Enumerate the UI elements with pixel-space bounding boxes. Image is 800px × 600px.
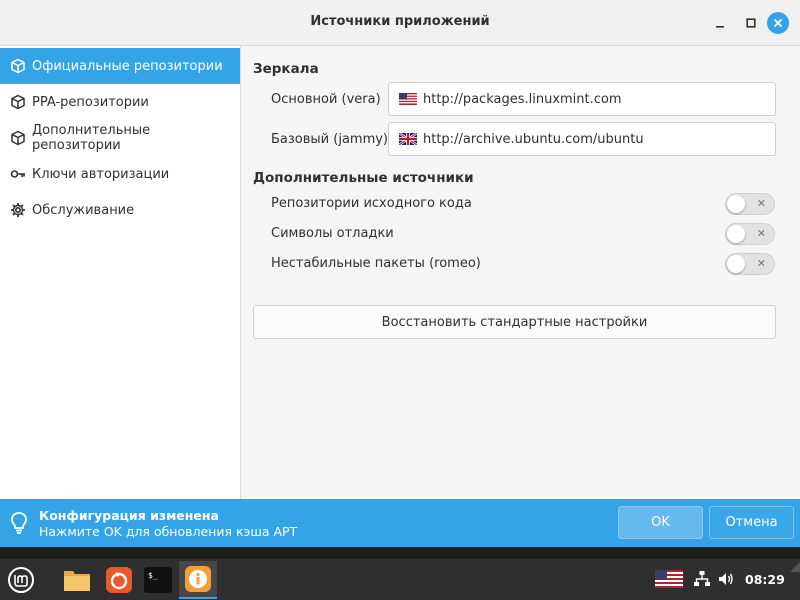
info-subtitle: Нажмите OK для обновления кэша APT bbox=[39, 524, 298, 539]
files-icon bbox=[64, 571, 90, 591]
uk-flag-icon bbox=[399, 133, 417, 145]
firefox-launcher[interactable] bbox=[100, 561, 138, 599]
software-sources-task[interactable] bbox=[179, 561, 217, 599]
sidebar-item-official-repositories[interactable]: Официальные репозитории bbox=[0, 48, 240, 84]
main-panel: Зеркала Основной (vera) http://packages.… bbox=[241, 46, 800, 499]
show-desktop-corner-icon[interactable] bbox=[790, 562, 800, 572]
toggle-off-icon: ✕ bbox=[756, 227, 766, 240]
toggle-knob bbox=[727, 195, 745, 213]
clock[interactable]: 08:29 bbox=[745, 572, 785, 587]
main-mirror-button[interactable]: http://packages.linuxmint.com bbox=[388, 82, 776, 116]
gear-icon bbox=[10, 202, 26, 218]
sidebar-item-ppa[interactable]: PPA-репозитории bbox=[0, 84, 240, 120]
sidebar-item-label: Официальные репозитории bbox=[32, 58, 223, 74]
toggle-knob bbox=[727, 255, 745, 273]
minimize-button[interactable] bbox=[709, 12, 731, 34]
sidebar: Официальные репозитории PPA-репозитории … bbox=[0, 46, 241, 499]
mirrors-heading: Зеркала bbox=[253, 61, 319, 77]
base-mirror-button[interactable]: http://archive.ubuntu.com/ubuntu bbox=[388, 122, 776, 156]
source-code-toggle[interactable]: ✕ bbox=[725, 193, 775, 215]
software-sources-window: Источники приложений Официальные репозит… bbox=[0, 0, 800, 547]
package-icon bbox=[10, 130, 26, 146]
terminal-icon: $_ bbox=[144, 567, 172, 593]
sidebar-item-label: Ключи авторизации bbox=[32, 166, 170, 182]
maximize-icon bbox=[746, 18, 756, 28]
sidebar-item-additional-repositories[interactable]: Дополнительные репозитории bbox=[0, 120, 240, 156]
us-flag-icon bbox=[399, 93, 417, 105]
extra-sources-heading: Дополнительные источники bbox=[253, 170, 474, 186]
maximize-button[interactable] bbox=[740, 12, 762, 34]
network-icon[interactable] bbox=[693, 570, 711, 588]
sidebar-item-label: PPA-репозитории bbox=[32, 94, 149, 110]
title-bar: Источники приложений bbox=[0, 0, 800, 46]
firefox-icon bbox=[106, 567, 132, 593]
desktop-strip bbox=[0, 547, 800, 559]
unstable-packages-toggle[interactable]: ✕ bbox=[725, 253, 775, 275]
package-icon bbox=[10, 58, 26, 74]
sidebar-item-authentication-keys[interactable]: Ключи авторизации bbox=[0, 156, 240, 192]
toggle-off-icon: ✕ bbox=[756, 257, 766, 270]
close-button[interactable] bbox=[767, 12, 789, 34]
main-mirror-url: http://packages.linuxmint.com bbox=[423, 91, 622, 107]
restore-defaults-button[interactable]: Восстановить стандартные настройки bbox=[253, 305, 776, 339]
svg-text:$_: $_ bbox=[148, 571, 158, 580]
package-icon bbox=[10, 94, 26, 110]
debug-symbols-toggle[interactable]: ✕ bbox=[725, 223, 775, 245]
lightbulb-icon bbox=[11, 512, 27, 534]
info-bar: Конфигурация изменена Нажмите OK для обн… bbox=[0, 499, 800, 547]
sidebar-item-maintenance[interactable]: Обслуживание bbox=[0, 192, 240, 228]
toggle-knob bbox=[727, 225, 745, 243]
base-mirror-url: http://archive.ubuntu.com/ubuntu bbox=[423, 131, 644, 147]
info-icon bbox=[185, 566, 211, 592]
info-title: Конфигурация изменена bbox=[39, 508, 219, 523]
unstable-packages-label: Нестабильные пакеты (romeo) bbox=[271, 256, 481, 271]
debug-symbols-label: Символы отладки bbox=[271, 226, 394, 241]
window-title: Источники приложений bbox=[310, 14, 490, 29]
terminal-launcher[interactable]: $_ bbox=[139, 561, 177, 599]
key-icon bbox=[10, 166, 26, 182]
source-code-label: Репозитории исходного кода bbox=[271, 196, 472, 211]
sidebar-item-label: Обслуживание bbox=[32, 202, 135, 218]
sidebar-item-label: Дополнительные репозитории bbox=[32, 123, 151, 153]
volume-icon[interactable] bbox=[717, 570, 735, 588]
cancel-button[interactable]: Отмена bbox=[709, 506, 794, 539]
close-icon bbox=[773, 18, 783, 28]
keyboard-layout-us-flag-icon[interactable] bbox=[655, 570, 683, 588]
base-mirror-label: Базовый (jammy) bbox=[271, 132, 388, 147]
main-mirror-label: Основной (vera) bbox=[271, 92, 381, 107]
mint-menu-button[interactable] bbox=[2, 561, 40, 599]
taskbar: $_ 08:29 bbox=[0, 559, 800, 600]
files-launcher[interactable] bbox=[58, 561, 96, 599]
ok-button[interactable]: OK bbox=[618, 506, 703, 539]
mint-menu-icon bbox=[8, 567, 34, 593]
toggle-off-icon: ✕ bbox=[756, 197, 766, 210]
minimize-icon bbox=[716, 26, 724, 28]
